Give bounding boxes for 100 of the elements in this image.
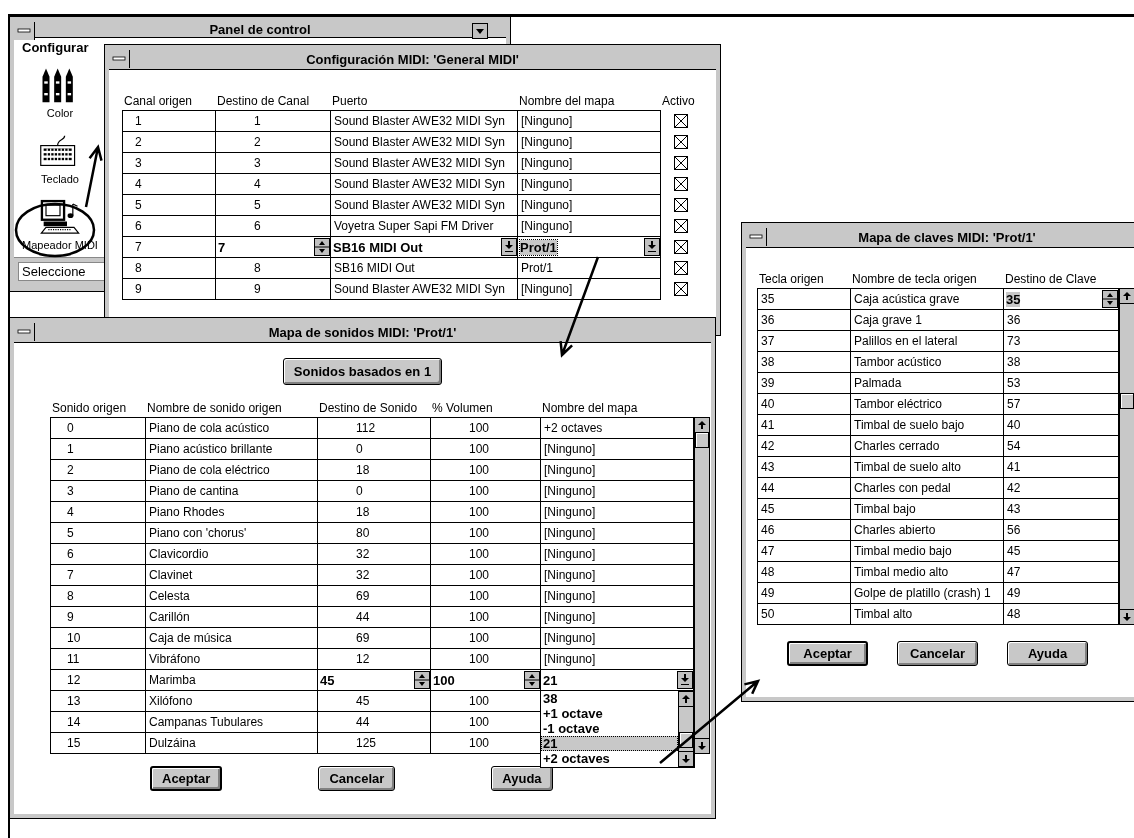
scroll-down-button[interactable] <box>678 751 694 767</box>
table-cell: 6 <box>215 215 331 237</box>
dropdown-button[interactable] <box>501 238 517 256</box>
table-cell: Campanas Tubulares <box>145 711 318 733</box>
scroll-bar[interactable] <box>678 691 694 767</box>
column-header[interactable]: Tecla origen <box>757 272 850 286</box>
spin-button[interactable] <box>1102 290 1118 308</box>
table-cell: 32 <box>317 543 431 565</box>
table-cell: 38 <box>1003 351 1119 373</box>
scroll-bar[interactable] <box>1119 288 1134 625</box>
table-cell: Celesta <box>145 585 318 607</box>
window-title: Mapa de sonidos MIDI: 'Prot/1' <box>268 324 457 340</box>
table-cell: 36 <box>757 309 851 331</box>
scroll-thumb[interactable] <box>1120 393 1134 409</box>
dropdown-button[interactable] <box>644 238 660 256</box>
icon-label[interactable]: Teclado <box>41 173 79 185</box>
dropdown-field[interactable]: Prot/1 <box>518 237 660 257</box>
list-option[interactable]: -1 octave <box>541 721 678 736</box>
table-cell: 13 <box>50 690 146 712</box>
dropdown-button[interactable] <box>677 671 693 689</box>
checkbox[interactable] <box>673 114 688 128</box>
table-cell: Caja acústica grave <box>850 288 1004 310</box>
table-cell: Caja de música <box>145 627 318 649</box>
table-cell: 18 <box>317 501 431 523</box>
column-header[interactable]: Activo <box>660 94 700 108</box>
table-cell: [Ninguno] <box>540 543 694 565</box>
column-header[interactable]: Puerto <box>330 94 517 108</box>
table-cell: 100 <box>430 648 541 670</box>
button[interactable]: Cancelar <box>897 641 978 666</box>
checkbox[interactable] <box>673 282 688 296</box>
table-cell: Timbal medio bajo <box>850 540 1004 562</box>
computer-note-icon[interactable] <box>39 199 81 237</box>
checkbox[interactable] <box>673 261 688 275</box>
checkbox[interactable] <box>673 135 688 149</box>
table-cell: Sound Blaster AWE32 MIDI Syn <box>330 131 518 153</box>
dropdown-field[interactable]: 21 <box>541 670 693 690</box>
default-button[interactable]: Aceptar <box>150 766 223 791</box>
minimize-button[interactable] <box>472 23 488 39</box>
button[interactable]: Ayuda <box>491 766 553 791</box>
scroll-up-button[interactable] <box>694 417 710 433</box>
table-cell: 4 <box>215 173 331 195</box>
table-cell: 100 <box>430 417 541 439</box>
table-cell: 41 <box>757 414 851 436</box>
column-header[interactable]: Nombre del mapa <box>517 94 660 108</box>
scroll-thumb[interactable] <box>695 432 709 448</box>
icon-label[interactable]: Color <box>46 107 74 119</box>
scroll-bar[interactable] <box>694 417 710 754</box>
table-cell: +2 octaves <box>540 417 694 439</box>
column-header[interactable]: Canal origen <box>122 94 215 108</box>
table-cell: 49 <box>757 582 851 604</box>
table-cell: 15 <box>50 732 146 754</box>
default-button[interactable]: Aceptar <box>787 641 868 666</box>
button[interactable]: Ayuda <box>1007 641 1088 666</box>
spin-button[interactable] <box>524 671 540 689</box>
list-option[interactable]: +1 octave <box>541 706 678 721</box>
button[interactable]: Sonidos basados en 1 <box>282 358 443 385</box>
menu-item[interactable]: Configurar <box>22 40 89 55</box>
column-header[interactable]: Nombre de tecla origen <box>850 272 1003 286</box>
table-cell: 47 <box>1003 561 1119 583</box>
table-cell: 112 <box>317 417 431 439</box>
spin-button[interactable] <box>314 238 330 256</box>
table-cell: Carillón <box>145 606 318 628</box>
number-field[interactable]: 35 <box>1004 289 1118 309</box>
button[interactable]: Cancelar <box>318 766 396 791</box>
number-field[interactable]: 45 <box>318 670 430 690</box>
list-option[interactable]: +2 octaves <box>541 751 678 766</box>
scroll-up-button[interactable] <box>1119 288 1134 304</box>
number-field[interactable]: 7 <box>216 237 330 257</box>
column-header[interactable]: Nombre del mapa <box>540 401 693 415</box>
column-header[interactable]: Destino de Clave <box>1003 272 1118 286</box>
table-cell: 100 <box>430 438 541 460</box>
scroll-down-button[interactable] <box>1119 609 1134 625</box>
table-cell: 48 <box>757 561 851 583</box>
table-cell: 45 <box>317 690 431 712</box>
column-header[interactable]: Nombre de sonido origen <box>145 401 317 415</box>
window-title: Mapa de claves MIDI: 'Prot/1' <box>858 229 1036 245</box>
table-cell: Golpe de platillo (crash) 1 <box>850 582 1004 604</box>
column-header[interactable]: Destino de Sonido <box>317 401 430 415</box>
column-header[interactable]: Destino de Canal <box>215 94 330 108</box>
table-cell: 0 <box>317 438 431 460</box>
column-header[interactable]: Sonido origen <box>50 401 145 415</box>
table-cell: [Ninguno] <box>517 194 661 216</box>
table-cell: Sound Blaster AWE32 MIDI Syn <box>330 194 518 216</box>
checkbox[interactable] <box>673 198 688 212</box>
spin-button[interactable] <box>414 671 430 689</box>
column-header[interactable]: % Volumen <box>430 401 540 415</box>
table-cell: 12 <box>317 648 431 670</box>
dropdown-field[interactable]: SB16 MIDI Out <box>331 237 517 257</box>
table-cell: Piano de cola eléctrico <box>145 459 318 481</box>
scroll-up-button[interactable] <box>678 691 694 707</box>
table-cell: [Ninguno] <box>540 480 694 502</box>
table-cell: [Ninguno] <box>540 438 694 460</box>
number-field[interactable]: 100 <box>431 670 540 690</box>
list-option[interactable]: 21 <box>541 736 678 751</box>
table-cell: Sound Blaster AWE32 MIDI Syn <box>330 173 518 195</box>
checkbox[interactable] <box>673 219 688 233</box>
checkbox[interactable] <box>673 177 688 191</box>
checkbox[interactable] <box>673 240 688 254</box>
checkbox[interactable] <box>673 156 688 170</box>
table-cell: 9 <box>122 278 216 300</box>
